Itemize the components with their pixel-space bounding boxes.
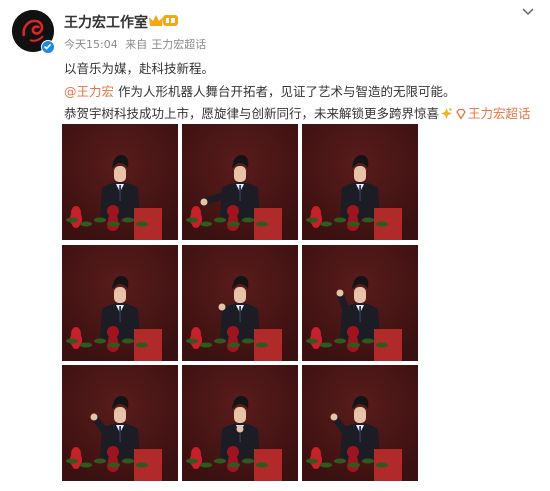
username[interactable]: 王力宏工作室 — [64, 12, 148, 32]
more-chevron-icon[interactable] — [518, 6, 538, 18]
diamond-topic-icon — [456, 108, 466, 120]
emoji-sparkle-icon — [441, 108, 453, 119]
mention-link[interactable]: @王力宏 — [64, 84, 114, 99]
photo-thumbnail[interactable] — [182, 244, 298, 361]
photo-thumbnail[interactable] — [302, 244, 418, 361]
weibo-post: 王力宏工作室 今天15:04 来自 王力宏超话 以音乐为媒，赴科技新程。 @王力宏… — [0, 0, 550, 491]
post-text-segment: 恭贺宇树科技成功上市，愿旋律与创新同行，未来解锁更多跨界惊喜 — [64, 106, 440, 121]
source-prefix: 来自 — [125, 38, 148, 51]
photo-thumbnail[interactable] — [302, 365, 418, 481]
photo-thumbnail[interactable] — [62, 365, 178, 481]
source-link[interactable]: 王力宏超话 — [151, 38, 206, 51]
verified-icon — [41, 40, 55, 54]
post-meta: 今天15:04 来自 王力宏超话 — [64, 36, 210, 52]
post-text-line: @王力宏 作为人形机器人舞台开拓者，见证了艺术与智造的无限可能。 — [64, 81, 456, 100]
post-text-line: 恭贺宇树科技成功上市，愿旋律与创新同行，未来解锁更多跨界惊喜 王力宏超话 — [64, 103, 531, 122]
post-text-line: 以音乐为媒，赴科技新程。 — [64, 61, 215, 76]
photo-thumbnail[interactable] — [62, 124, 178, 240]
post-text-segment: 作为人形机器人舞台开拓者，见证了艺术与智造的无限可能。 — [114, 84, 456, 99]
topic-link[interactable]: 王力宏超话 — [468, 106, 531, 121]
photo-thumbnail[interactable] — [62, 244, 178, 361]
photo-thumbnail[interactable] — [182, 365, 298, 481]
vip-crown-badge[interactable] — [147, 12, 179, 28]
photo-thumbnail[interactable] — [182, 124, 298, 240]
photo-grid — [62, 124, 418, 481]
photo-thumbnail[interactable] — [302, 124, 418, 240]
post-time[interactable]: 今天15:04 — [64, 38, 118, 51]
